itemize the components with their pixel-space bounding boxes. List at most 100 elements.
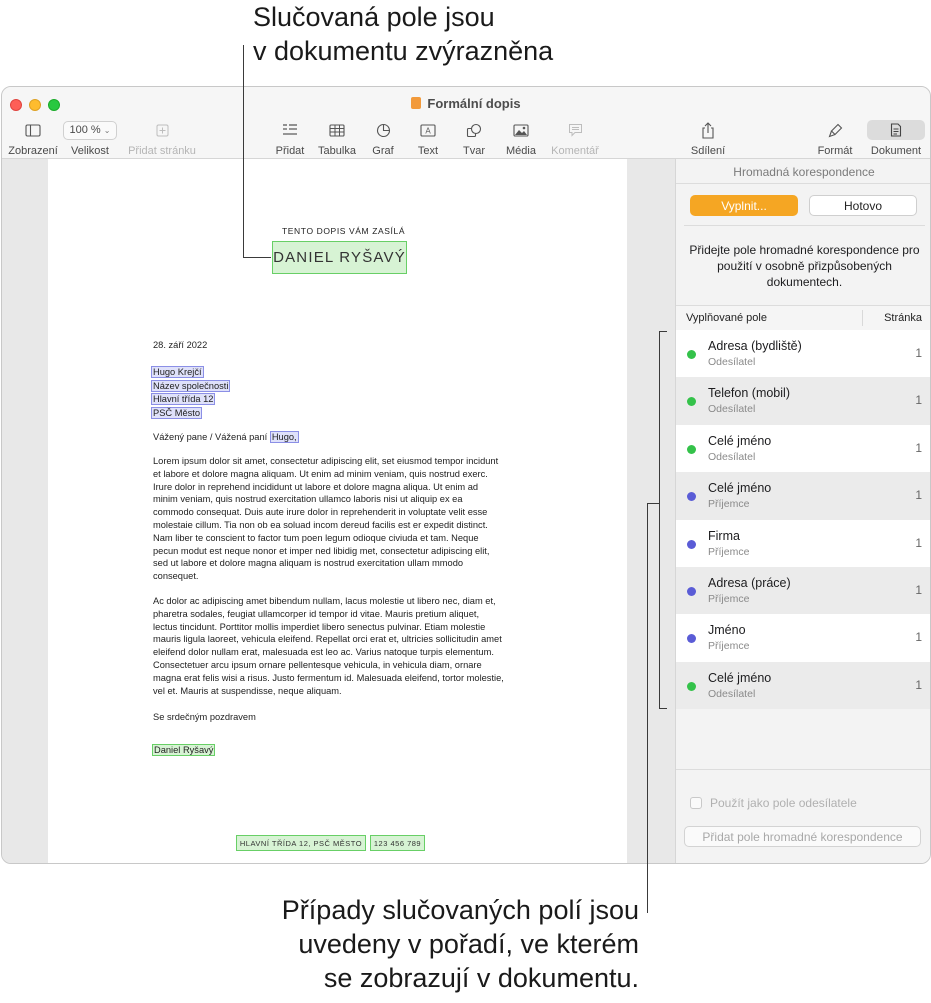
merge-field-sender-address[interactable]: HLAVNÍ TŘÍDA 12, PSČ MĚSTO <box>236 835 366 851</box>
chevron-down-icon: ⌄ <box>103 125 111 135</box>
merge-field-sender-full-name[interactable]: DANIEL RYŠAVÝ <box>272 241 407 274</box>
callout-leader-line <box>243 45 244 258</box>
zoom-control[interactable]: 100 % ⌄ Velikost <box>61 120 119 157</box>
merge-field-type: Příjemce <box>708 498 750 511</box>
merge-field-page: 1 <box>915 346 922 360</box>
add-page-button[interactable]: Přidat stránku <box>126 120 198 157</box>
field-color-dot <box>687 634 696 644</box>
body-line: commodo consequat. Duis aute irure dolor… <box>153 507 488 518</box>
insert-button[interactable]: Přidat <box>272 120 308 157</box>
media-button[interactable]: Média <box>502 120 540 157</box>
merge-field-recipient-company[interactable]: Název společnosti <box>151 379 231 392</box>
divider <box>684 225 925 226</box>
field-color-dot <box>687 350 696 359</box>
merge-field-row[interactable]: Telefon (mobil) Odesílatel 1 <box>676 377 930 425</box>
share-icon <box>688 120 728 140</box>
column-header-field[interactable]: Vyplňované pole <box>686 312 767 324</box>
greeting-text: Vážený pane / Vážená paní <box>153 432 270 442</box>
titlebar: Formální dopis Zobrazení 100 % ⌄ Velikos… <box>2 87 930 159</box>
greeting-line: Vážený pane / Vážená paní Hugo, <box>153 431 299 444</box>
document-page[interactable]: TENTO DOPIS VÁM ZASÍLÁ DANIEL RYŠAVÝ 28.… <box>48 159 627 863</box>
chart-label: Graf <box>372 145 394 157</box>
zoom-select[interactable]: 100 % ⌄ <box>63 120 117 140</box>
done-button[interactable]: Hotovo <box>809 195 917 216</box>
media-label: Média <box>506 145 536 157</box>
pages-window: Formální dopis Zobrazení 100 % ⌄ Velikos… <box>1 86 931 864</box>
body-line: pecun modut est neque nonor et imper ned… <box>153 545 490 556</box>
add-merge-field-button[interactable]: Přidat pole hromadné korespondence <box>684 826 921 847</box>
format-label: Formát <box>817 145 853 157</box>
shape-button[interactable]: Tvar <box>457 120 491 157</box>
table-icon <box>315 120 359 140</box>
mail-merge-sidebar: Hromadná korespondence Vyplnit... Hotovo… <box>675 159 930 863</box>
body-line: magna erat felis wisi a risus. Justo fer… <box>153 672 504 683</box>
merge-field-page: 1 <box>915 488 922 503</box>
body-line: eleifend dolor nullam erat, malesuada es… <box>153 647 494 658</box>
comment-button[interactable]: Komentář <box>549 120 601 157</box>
merge-fields-list: Adresa (bydliště) Odesílatel 1 Telefon (mob… <box>676 330 930 710</box>
text-button[interactable]: A Text <box>411 120 445 157</box>
document-button[interactable]: Dokument <box>866 120 926 157</box>
zoom-value: 100 % <box>69 124 101 136</box>
merge-field-type: Odesílatel <box>708 403 756 416</box>
merge-field-sender-signature[interactable]: Daniel Ryšavý <box>152 744 216 756</box>
merge-field-recipient-first-name[interactable]: Hugo, <box>269 431 299 443</box>
text-box-icon: A <box>411 120 445 140</box>
body-line: minim veniam, quis nostrud exercitation … <box>153 494 463 505</box>
body-paragraph-2: Ac dolor ac adipiscing amet bibendum nul… <box>153 595 523 697</box>
merge-field-row[interactable]: Adresa (práce) Příjemce 1 <box>676 566 930 615</box>
use-as-sender-checkbox[interactable]: Použít jako pole odesílatele <box>690 796 857 810</box>
view-button[interactable]: Zobrazení <box>6 120 60 157</box>
merge-field-sender-phone[interactable]: 123 456 789 <box>370 835 425 851</box>
merge-field-recipient-city[interactable]: PSČ Město <box>151 406 203 419</box>
merge-field-row[interactable]: Adresa (bydliště) Odesílatel 1 <box>676 330 930 378</box>
field-color-dot <box>687 681 696 691</box>
add-page-label: Přidat stránku <box>128 145 196 157</box>
body-line: mauris ligula laoreet, vehicula eleifend… <box>153 634 502 645</box>
body-line: et labore et dolore magna aliquam. Ut en… <box>153 468 488 479</box>
column-header-page[interactable]: Stránka <box>884 312 922 324</box>
callout-line: Případy slučovaných polí jsou <box>281 895 639 925</box>
callout-bracket-line <box>659 331 660 709</box>
merge-field-row[interactable]: Celé jméno Příjemce 1 <box>676 472 930 520</box>
merge-field-recipient-address[interactable]: Hlavní třída 12 <box>151 393 216 405</box>
merge-field-name: Telefon (mobil) <box>708 386 790 401</box>
merge-field-page: 1 <box>915 393 922 408</box>
checkbox-box[interactable] <box>690 797 702 809</box>
column-separator <box>862 310 863 326</box>
merge-field-row[interactable]: Firma Příjemce 1 <box>676 519 930 567</box>
merge-field-row[interactable]: Jméno Příjemce 1 <box>676 614 930 662</box>
field-color-dot <box>687 397 696 407</box>
merge-field-type: Příjemce <box>708 545 750 558</box>
format-button[interactable]: Formát <box>815 120 855 157</box>
paintbrush-icon <box>815 120 855 140</box>
callout-leader-line <box>647 503 648 913</box>
body-line: Nam liber te conscient to factor tum poe… <box>153 532 479 543</box>
use-as-sender-label: Použít jako pole odesílatele <box>710 796 857 810</box>
share-button[interactable]: Sdílení <box>688 120 728 157</box>
body-line: Irure dolor in reprehend incididunt ut l… <box>153 481 479 492</box>
merge-field-row[interactable]: Celé jméno Odesílatel 1 <box>676 661 930 710</box>
body-line: consequet. <box>153 571 199 582</box>
merge-field-type: Příjemce <box>708 640 750 653</box>
pages-document-icon <box>411 97 422 109</box>
view-label: Zobrazení <box>8 145 58 157</box>
divider <box>676 183 930 184</box>
merge-field-type: Odesílatel <box>708 687 756 700</box>
table-button[interactable]: Tabulka <box>315 120 359 157</box>
sender-heading: TENTO DOPIS VÁM ZASÍLÁ <box>282 226 406 236</box>
merge-field-type: Odesílatel <box>708 450 756 463</box>
zoom-label: Velikost <box>71 145 109 157</box>
merge-field-recipient-full-name[interactable]: Hugo Krejčí <box>151 366 204 378</box>
document-icon <box>867 120 925 140</box>
sidebar-title: Hromadná korespondence <box>733 165 875 179</box>
field-color-dot <box>687 444 696 454</box>
sidebar-footer: Použít jako pole odesílatele Přidat pole… <box>676 769 930 863</box>
merge-field-name: Celé jméno <box>708 481 772 496</box>
chart-button[interactable]: Graf <box>366 120 400 157</box>
body-line: molestaie cillum. Tia non ob ea soluad i… <box>153 519 488 530</box>
merge-field-type: Příjemce <box>708 592 750 605</box>
merge-field-row[interactable]: Celé jméno Odesílatel 1 <box>676 424 930 473</box>
document-canvas[interactable]: TENTO DOPIS VÁM ZASÍLÁ DANIEL RYŠAVÝ 28.… <box>2 159 675 863</box>
fill-button[interactable]: Vyplnit... <box>690 195 798 216</box>
